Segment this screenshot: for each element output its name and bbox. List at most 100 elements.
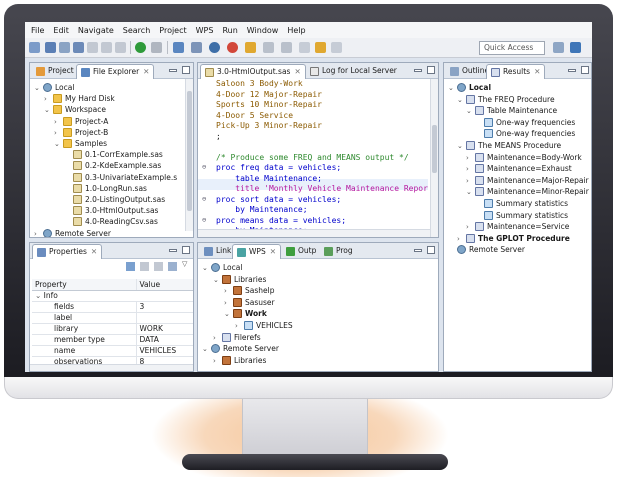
chevron-right-icon[interactable]: › <box>34 228 37 237</box>
cut-icon[interactable] <box>87 42 98 53</box>
chevron-right-icon[interactable]: › <box>213 355 216 367</box>
code-line[interactable]: /* Produce some FREQ and MEANS output */ <box>216 153 409 164</box>
tree-item[interactable]: ⌄ Remote Server <box>198 343 428 355</box>
categories-icon[interactable] <box>126 262 135 271</box>
filter-icon[interactable] <box>154 262 163 271</box>
chevron-right-icon[interactable]: › <box>466 152 469 164</box>
tree-item[interactable]: ⌄ Maintenance=Minor-Repair <box>444 186 589 198</box>
chevron-right-icon[interactable]: › <box>213 332 216 344</box>
tab-log-local-server[interactable]: Log for Local Server <box>306 64 401 79</box>
tab-results[interactable]: Results ✕ <box>486 64 546 79</box>
menu-navigate[interactable]: Navigate <box>78 26 114 35</box>
project-icon[interactable] <box>173 42 184 53</box>
tree-item[interactable]: › Libraries <box>198 355 428 367</box>
close-icon[interactable]: ✕ <box>294 67 300 76</box>
chevron-down-icon[interactable]: ⌄ <box>448 82 454 94</box>
tree-item[interactable]: ⌄ Work <box>198 308 428 320</box>
chevron-down-icon[interactable]: ⌄ <box>213 274 219 286</box>
code-line[interactable]: proc means data = vehicles; <box>216 216 346 227</box>
chevron-down-icon[interactable]: ⌄ <box>457 94 463 106</box>
tree-item[interactable]: ⌄ The FREQ Procedure <box>444 94 581 106</box>
tree-item[interactable]: › Maintenance=Major-Repair <box>444 175 589 187</box>
tree-item[interactable]: › Maintenance=Service <box>444 221 581 233</box>
quick-access-input[interactable]: Quick Access <box>479 41 545 55</box>
menu-wps[interactable]: WPS <box>196 26 214 35</box>
code-line[interactable]: title 'Monthly Vehicle Maintenance Repor <box>216 184 428 195</box>
property-row[interactable]: member type DATA <box>32 334 193 346</box>
menu-window[interactable]: Window <box>247 26 279 35</box>
pin-icon[interactable] <box>281 42 292 53</box>
tree-item[interactable]: ⌄ Workspace <box>30 104 183 116</box>
tree-item[interactable]: One-way frequencies <box>444 117 581 129</box>
file-tree-scrollbar[interactable] <box>185 79 193 231</box>
menu-run[interactable]: Run <box>222 26 237 35</box>
tree-item[interactable]: 1.0-LongRun.sas <box>30 183 183 195</box>
tree-item[interactable]: Remote Server <box>444 244 581 256</box>
chevron-right-icon[interactable]: › <box>54 116 57 128</box>
tree-item[interactable]: ⌄ Table Maintenance <box>444 105 581 117</box>
tab-project[interactable]: Project <box>32 64 78 79</box>
chevron-down-icon[interactable]: ⌄ <box>457 140 463 152</box>
perspective-icon[interactable] <box>553 42 564 53</box>
run-icon[interactable] <box>135 42 146 53</box>
code-line[interactable]: 4-Door 5 Service <box>216 111 293 122</box>
property-row[interactable]: name VEHICLES <box>32 345 193 357</box>
code-line[interactable]: table Maintenance; <box>216 174 322 185</box>
tree-item[interactable]: 0.2-KdeExample.sas <box>30 160 183 172</box>
property-row[interactable]: fields 3 <box>32 301 193 313</box>
code-line[interactable]: by Maintenance; <box>216 205 307 216</box>
chevron-down-icon[interactable]: ⌄ <box>34 82 40 94</box>
scrollbar-thumb[interactable] <box>432 125 437 173</box>
chevron-right-icon[interactable]: › <box>44 93 47 105</box>
chevron-down-icon[interactable]: ⌄ <box>466 105 472 117</box>
minimize-icon[interactable] <box>414 249 422 252</box>
property-group-row[interactable]: ⌄ Info <box>32 290 193 302</box>
tree-item[interactable]: ⌄ Libraries <box>198 274 428 286</box>
debug-icon[interactable] <box>209 42 220 53</box>
code-line[interactable]: ; <box>216 132 221 143</box>
tree-item[interactable]: ⌄ Samples <box>30 138 183 150</box>
save-icon[interactable] <box>45 42 56 53</box>
chevron-right-icon[interactable]: › <box>466 163 469 175</box>
view-menu-icon[interactable]: ▽ <box>182 260 187 268</box>
close-icon[interactable]: ✕ <box>91 247 97 256</box>
tree-item[interactable]: › Filerefs <box>198 332 428 344</box>
chevron-right-icon[interactable]: › <box>457 233 460 245</box>
menu-help[interactable]: Help <box>287 26 305 35</box>
tree-item[interactable]: › VEHICLES <box>198 320 428 332</box>
menu-edit[interactable]: Edit <box>53 26 69 35</box>
maximize-icon[interactable] <box>427 246 435 254</box>
tree-item[interactable]: › Maintenance=Body-Work <box>444 152 582 164</box>
code-line[interactable]: Sports 10 Minor-Repair <box>216 100 322 111</box>
maximize-icon[interactable] <box>581 66 589 74</box>
chevron-down-icon[interactable]: ⌄ <box>224 308 230 320</box>
tree-item[interactable]: › My Hard Disk <box>30 93 183 105</box>
tree-item[interactable]: › Maintenance=Exhaust <box>444 163 581 175</box>
editor-scrollbar[interactable] <box>430 79 438 237</box>
chevron-down-icon[interactable]: ⌄ <box>202 343 208 355</box>
minimize-icon[interactable] <box>568 69 576 72</box>
code-line[interactable]: proc sort data = vehicles; <box>216 195 341 206</box>
property-column-header[interactable]: Property <box>32 279 137 291</box>
minimize-icon[interactable] <box>414 69 422 72</box>
tab-link[interactable]: Link <box>200 244 235 259</box>
restore-icon[interactable] <box>168 262 177 271</box>
tree-item[interactable]: 0.3-UnivariateExample.s <box>30 172 183 184</box>
tree-item[interactable]: Summary statistics <box>444 210 581 222</box>
code-line[interactable]: Saloon 3 Body-Work <box>216 79 303 90</box>
annotate-icon[interactable] <box>245 42 256 53</box>
minimize-icon[interactable] <box>169 249 177 252</box>
back-icon[interactable] <box>299 42 310 53</box>
properties-scrollbar[interactable] <box>30 364 193 371</box>
tree-item[interactable]: 0.1-CorrExample.sas <box>30 149 183 161</box>
wps-perspective-icon[interactable] <box>570 42 581 53</box>
tree-item[interactable]: › Remote Server <box>30 228 183 237</box>
minimize-icon[interactable] <box>169 69 177 72</box>
tree-item[interactable]: 3.0-HtmlOutput.sas <box>30 205 183 217</box>
chevron-right-icon[interactable]: › <box>466 221 469 233</box>
scrollbar-thumb[interactable] <box>187 91 192 211</box>
tab-properties[interactable]: Properties ✕ <box>32 244 103 259</box>
tab-html-output-sas[interactable]: 3.0-HtmlOutput.sas ✕ <box>200 64 306 79</box>
menu-project[interactable]: Project <box>159 26 186 35</box>
close-icon[interactable]: ✕ <box>143 67 149 76</box>
